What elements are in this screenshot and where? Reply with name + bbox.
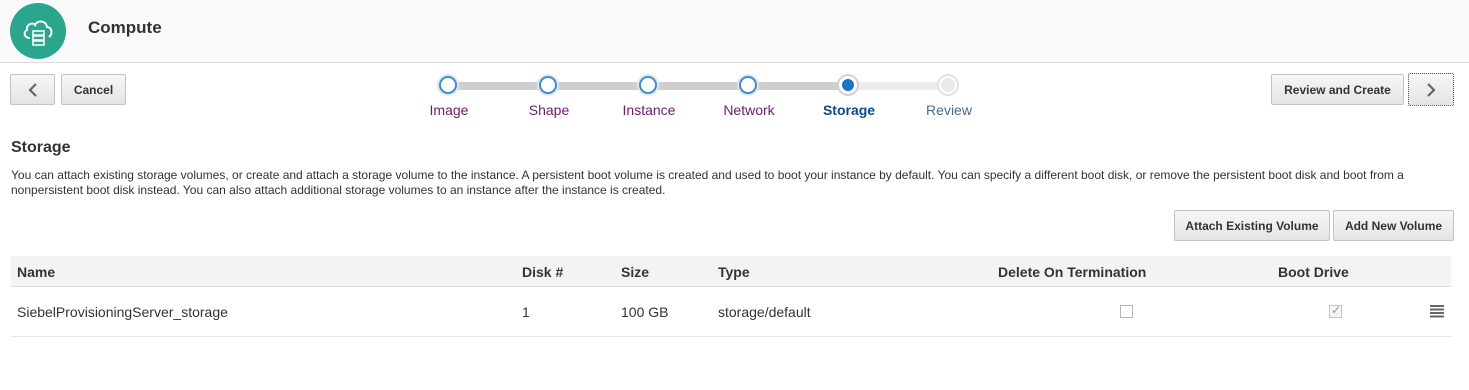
column-header-disk[interactable]: Disk #	[522, 264, 563, 280]
storage-table: Name Disk # Size Type Delete On Terminat…	[11, 256, 1451, 337]
next-button[interactable]	[1408, 73, 1454, 106]
train-stop-image[interactable]	[439, 76, 457, 94]
train-label-shape[interactable]: Shape	[504, 102, 594, 118]
cancel-button[interactable]: Cancel	[61, 74, 126, 105]
section-title: Storage	[11, 139, 71, 156]
cell-size: 100 GB	[621, 304, 669, 320]
chevron-left-icon	[27, 82, 37, 97]
column-header-boot-drive[interactable]: Boot Drive	[1278, 264, 1349, 280]
column-header-delete-on-termination[interactable]: Delete On Termination	[998, 264, 1146, 280]
review-and-create-button[interactable]: Review and Create	[1271, 74, 1404, 105]
table-header: Name Disk # Size Type Delete On Terminat…	[11, 256, 1451, 287]
back-button[interactable]	[10, 74, 55, 105]
column-header-name[interactable]: Name	[17, 264, 55, 280]
column-header-size[interactable]: Size	[621, 264, 649, 280]
cell-name: SiebelProvisioningServer_storage	[17, 304, 228, 320]
wizard-train: Image Shape Instance Network Storage Rev…	[420, 72, 1000, 124]
section-description: You can attach existing storage volumes,…	[11, 168, 1404, 197]
add-new-volume-button[interactable]: Add New Volume	[1333, 210, 1454, 241]
page-title: Compute	[88, 18, 162, 37]
train-stop-review[interactable]	[939, 76, 957, 94]
hamburger-menu-icon[interactable]	[1430, 304, 1444, 318]
train-label-instance[interactable]: Instance	[604, 102, 694, 118]
train-label-review[interactable]: Review	[904, 102, 994, 118]
train-label-image[interactable]: Image	[404, 102, 494, 118]
chevron-right-icon	[1427, 82, 1436, 97]
cell-type: storage/default	[718, 304, 811, 320]
train-stop-shape[interactable]	[539, 76, 557, 94]
train-stop-storage[interactable]	[839, 76, 857, 94]
train-stop-network[interactable]	[739, 76, 757, 94]
train-label-network[interactable]: Network	[704, 102, 794, 118]
table-row[interactable]: SiebelProvisioningServer_storage 1 100 G…	[11, 287, 1451, 337]
delete-on-termination-checkbox[interactable]	[1120, 305, 1133, 318]
attach-existing-volume-button[interactable]: Attach Existing Volume	[1174, 210, 1330, 241]
train-label-storage[interactable]: Storage	[804, 102, 894, 118]
boot-drive-checkbox[interactable]	[1329, 303, 1342, 318]
app-header: Compute	[0, 0, 1469, 63]
train-stop-instance[interactable]	[639, 76, 657, 94]
cell-disk: 1	[522, 304, 530, 320]
cloud-server-icon	[10, 3, 66, 59]
train-remaining-line	[848, 82, 948, 90]
column-header-type[interactable]: Type	[718, 264, 750, 280]
